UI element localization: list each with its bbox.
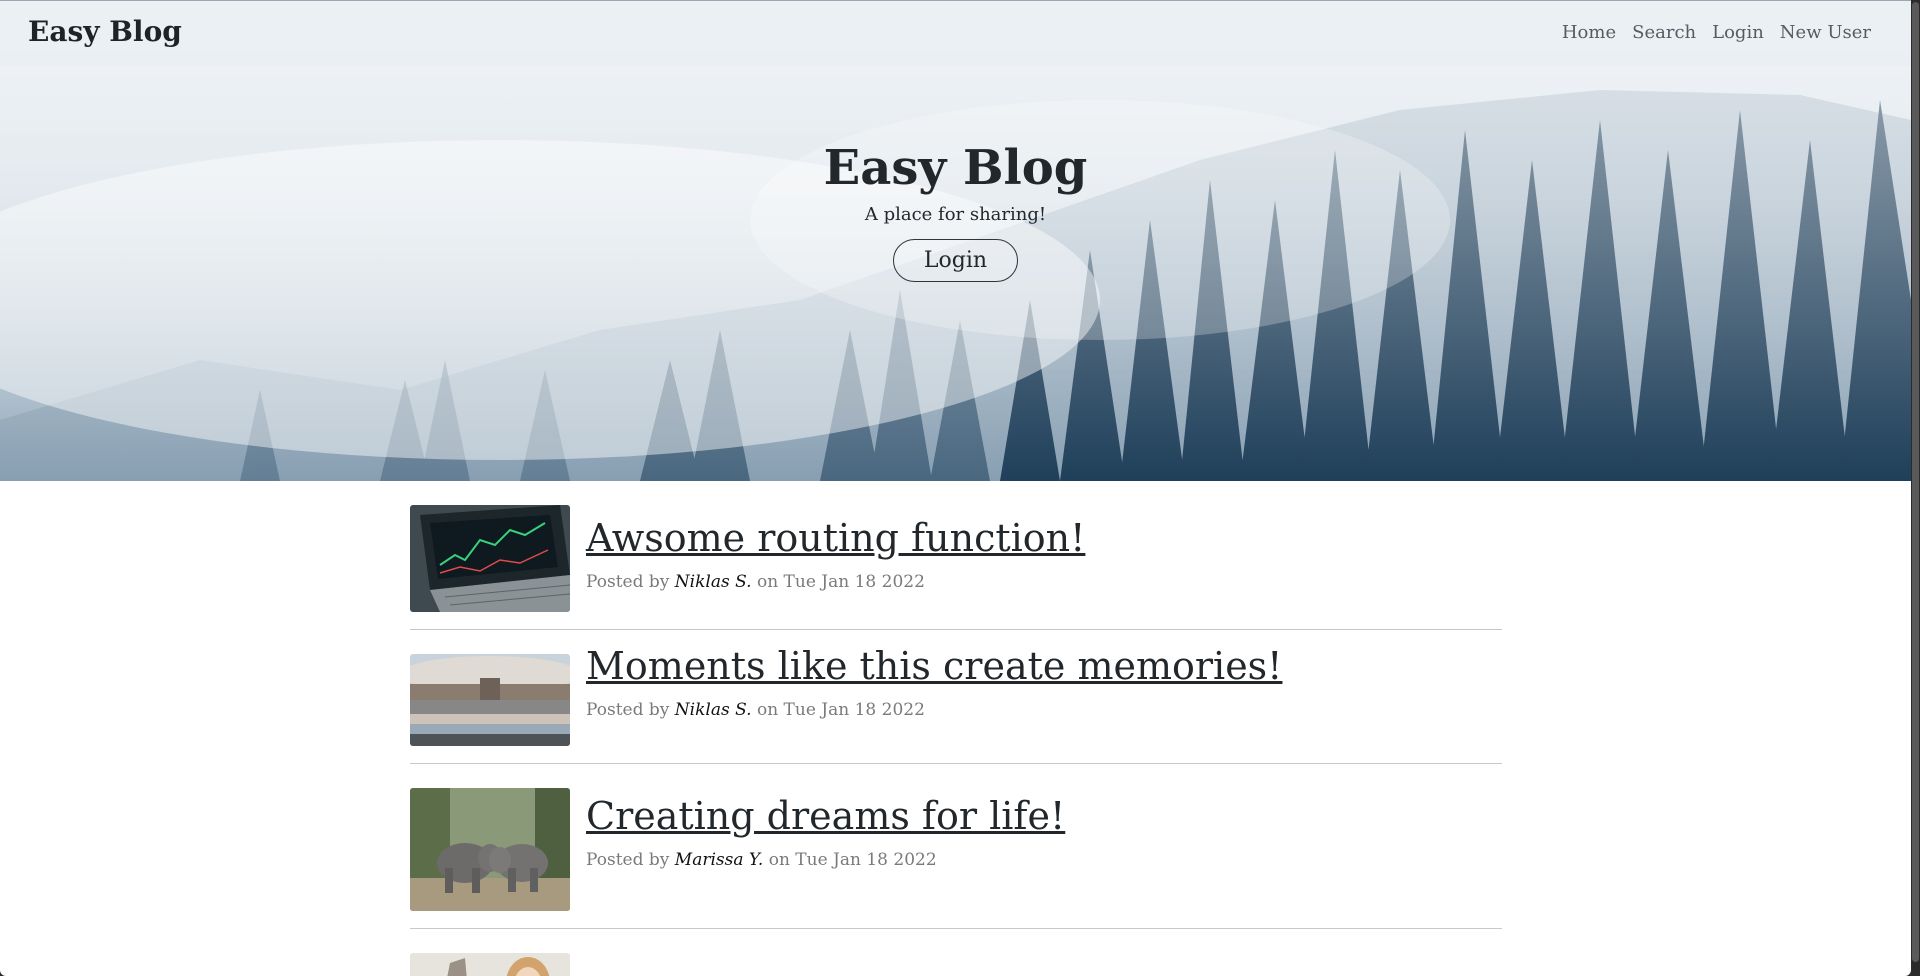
post-item-partial — [410, 929, 1502, 976]
page: Easy Blog Home Search Login New User Eas… — [0, 0, 1911, 976]
city-reflection-image[interactable] — [410, 654, 570, 746]
hero-title: Easy Blog — [823, 140, 1088, 196]
post-title-link[interactable]: Awsome routing function! — [586, 516, 1085, 560]
post-thumbnail-partial[interactable] — [410, 953, 570, 976]
post-item: Awsome routing function! Posted by Nikla… — [410, 505, 1502, 630]
post-author: Marissa Y. — [674, 850, 764, 870]
laptop-chart-image[interactable] — [410, 505, 570, 612]
nav-new-user-link[interactable]: New User — [1780, 22, 1871, 43]
scrollbar-thumb[interactable] — [1912, 2, 1919, 962]
post-date: on Tue Jan 18 2022 — [756, 572, 925, 592]
post-title-link[interactable]: Creating dreams for life! — [586, 794, 1065, 838]
post-meta: Posted by Niklas S. on Tue Jan 18 2022 — [586, 700, 925, 720]
post-meta-prefix: Posted by — [586, 850, 670, 870]
brand-link[interactable]: Easy Blog — [28, 15, 182, 48]
post-item: Creating dreams for life! Posted by Mari… — [410, 764, 1502, 929]
nav-home-link[interactable]: Home — [1562, 22, 1616, 43]
post-list: Awsome routing function! Posted by Nikla… — [410, 505, 1502, 976]
hero-content: Easy Blog A place for sharing! Login — [0, 138, 1911, 282]
post-meta: Posted by Niklas S. on Tue Jan 18 2022 — [586, 572, 925, 592]
hero-section: Easy Blog Home Search Login New User Eas… — [0, 0, 1911, 481]
nav-links: Home Search Login New User — [1562, 22, 1871, 43]
scrollbar[interactable] — [1911, 0, 1920, 976]
hero-login-button[interactable]: Login — [892, 239, 1019, 282]
navbar: Easy Blog Home Search Login New User — [0, 0, 1911, 66]
post-meta: Posted by Marissa Y. on Tue Jan 18 2022 — [586, 850, 937, 870]
post-meta-prefix: Posted by — [586, 700, 670, 720]
hero-subtitle: A place for sharing! — [864, 204, 1047, 225]
nav-search-link[interactable]: Search — [1632, 22, 1696, 43]
post-author: Niklas S. — [674, 572, 752, 592]
nav-login-link[interactable]: Login — [1712, 22, 1764, 43]
post-meta-prefix: Posted by — [586, 572, 670, 592]
elephants-image[interactable] — [410, 788, 570, 911]
post-author: Niklas S. — [674, 700, 752, 720]
post-date: on Tue Jan 18 2022 — [756, 700, 925, 720]
post-title-link[interactable]: Moments like this create memories! — [586, 644, 1282, 688]
post-date: on Tue Jan 18 2022 — [768, 850, 937, 870]
post-item: Moments like this create memories! Poste… — [410, 630, 1502, 764]
